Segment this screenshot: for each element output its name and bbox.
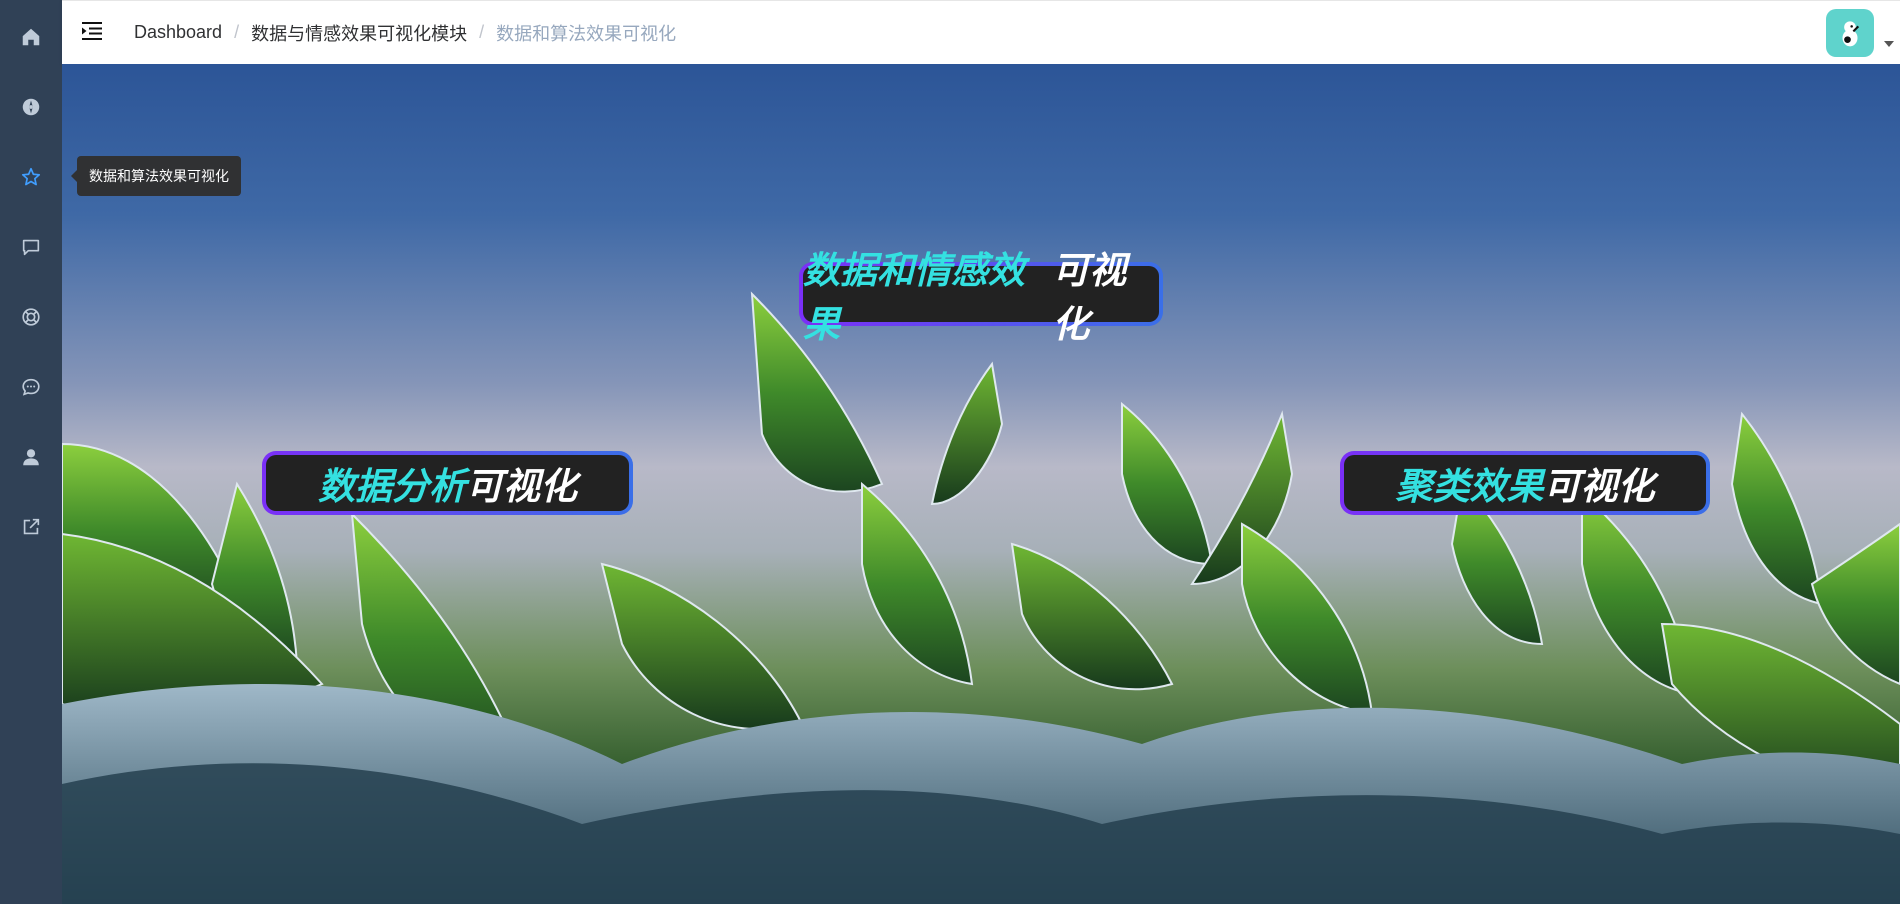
user-icon <box>23 449 39 466</box>
sidebar-item-user[interactable] <box>0 422 62 492</box>
hamburger-toggle[interactable] <box>80 19 104 43</box>
card-clustering-visualization[interactable]: 聚类效果 可视化 <box>1340 451 1710 515</box>
breadcrumb-dashboard[interactable]: Dashboard <box>134 22 222 43</box>
sidebar-item-external[interactable] <box>0 492 62 562</box>
top-navbar: Dashboard / 数据与情感效果可视化模块 / 数据和算法效果可视化 <box>62 0 1900 64</box>
card-highlight-text: 数据和情感效果 <box>803 250 1025 345</box>
card-data-sentiment-visualization[interactable]: 数据和情感效果 可视化 <box>799 250 1163 345</box>
sidebar-item-home[interactable] <box>0 2 62 72</box>
breadcrumb-separator: / <box>479 22 485 42</box>
sidebar-item-compass[interactable] <box>0 72 62 142</box>
card-data-analysis-visualization[interactable]: 数据分析 可视化 <box>262 451 633 515</box>
star-icon <box>21 167 41 186</box>
card-highlight-text: 聚类效果 <box>1395 466 1544 507</box>
compass-icon <box>22 98 40 116</box>
main-content: 数据和情感效果 可视化 数据分析 可视化 聚类效果 可视化 <box>62 64 1900 904</box>
card-suffix-text: 可视化 <box>466 466 577 507</box>
breadcrumb-separator: / <box>234 22 240 42</box>
chevron-down-icon[interactable] <box>1884 41 1894 47</box>
breadcrumb-current: 数据和算法效果可视化 <box>496 23 677 44</box>
menu-fold-icon <box>82 22 102 40</box>
breadcrumb-module[interactable]: 数据与情感效果可视化模块 <box>251 20 467 46</box>
sidebar-item-messages[interactable] <box>0 212 62 282</box>
sidebar-tooltip: 数据和算法效果可视化 <box>71 156 241 196</box>
card-suffix-text: 可视化 <box>1052 250 1127 345</box>
card-suffix-text: 可视化 <box>1543 466 1655 507</box>
message-square-icon <box>22 239 40 256</box>
avatar-image <box>1842 21 1860 47</box>
sidebar-item-help[interactable] <box>0 282 62 352</box>
sidebar <box>0 0 62 904</box>
chat-bubble-icon <box>22 378 40 396</box>
breadcrumb: Dashboard / 数据与情感效果可视化模块 / 数据和算法效果可视化 <box>134 1 676 64</box>
sidebar-item-chat[interactable] <box>0 352 62 422</box>
avatar[interactable] <box>1826 9 1874 57</box>
home-icon <box>22 28 40 46</box>
external-link-icon <box>23 518 40 535</box>
lifebuoy-icon <box>22 308 40 326</box>
card-highlight-text: 数据分析 <box>318 466 466 507</box>
sidebar-item-star[interactable] <box>0 142 62 212</box>
